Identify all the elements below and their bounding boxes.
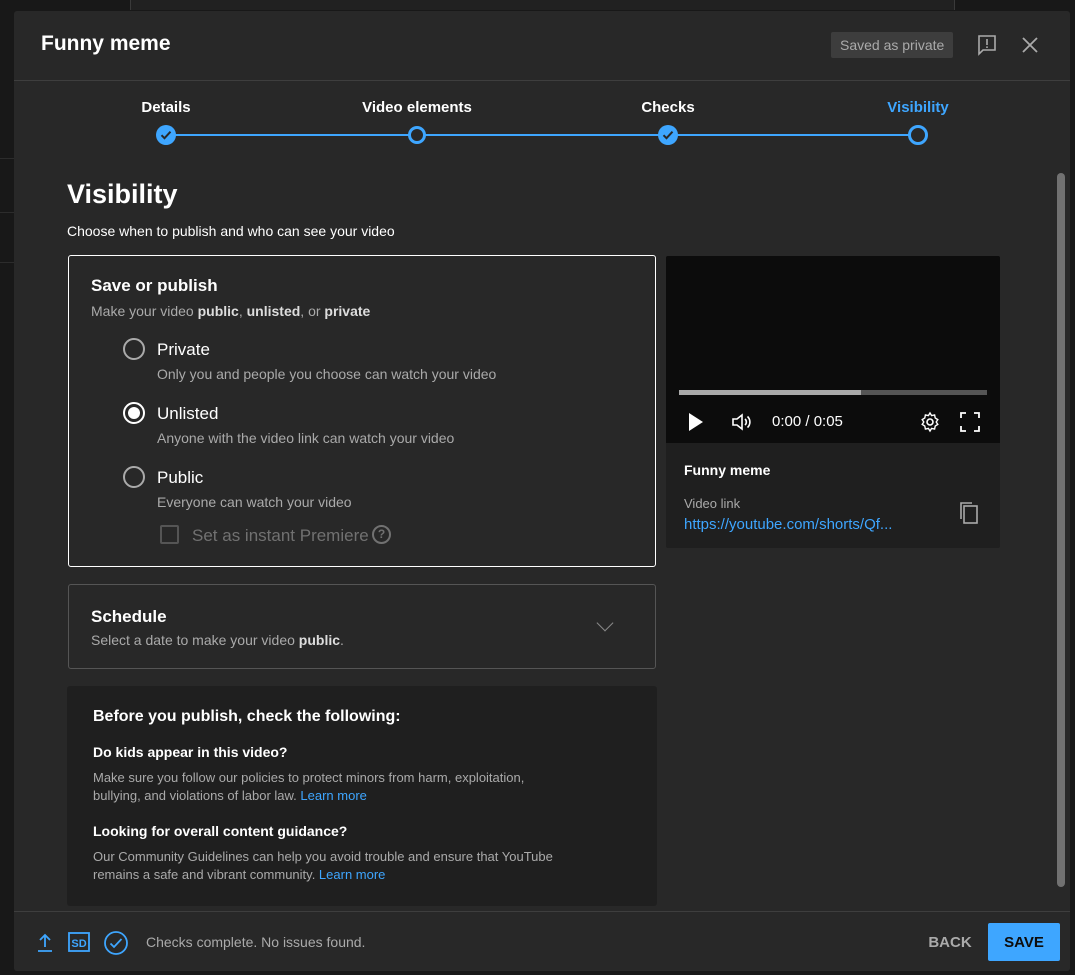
- private-radio[interactable]: [123, 338, 145, 360]
- back-button[interactable]: BACK: [918, 923, 982, 961]
- video-progress-fill: [679, 390, 861, 395]
- video-progress-bar[interactable]: [679, 390, 987, 395]
- fullscreen-icon[interactable]: [958, 410, 982, 439]
- visibility-section: Visibility Choose when to publish and wh…: [67, 179, 1007, 239]
- dialog-title: Funny meme: [41, 32, 171, 55]
- save-or-publish-card: Save or publish Make your video public, …: [68, 255, 656, 567]
- volume-icon[interactable]: [730, 410, 754, 439]
- checks-complete-icon[interactable]: [103, 930, 129, 961]
- sd-quality-icon[interactable]: SD: [68, 930, 90, 959]
- schedule-card[interactable]: Schedule Select a date to make your vide…: [68, 584, 656, 669]
- stepper-progress-line: [166, 134, 918, 136]
- checks-status-text: Checks complete. No issues found.: [146, 934, 366, 950]
- settings-gear-icon[interactable]: [918, 410, 942, 439]
- step-visibility-label[interactable]: Visibility: [887, 99, 948, 116]
- step-visibility-dot[interactable]: [908, 125, 928, 145]
- instant-premiere-label: Set as instant Premiere: [192, 526, 369, 545]
- public-description: Everyone can watch your video: [157, 494, 352, 510]
- dialog-scrollbar[interactable]: [1057, 173, 1065, 887]
- step-video-elements-dot[interactable]: [408, 126, 426, 144]
- upload-stepper: Details Video elements Checks Visibility: [14, 81, 1070, 161]
- unlisted-description: Anyone with the video link can watch you…: [157, 430, 455, 446]
- premiere-help-icon[interactable]: ?: [372, 525, 391, 544]
- private-label[interactable]: Private: [157, 340, 210, 360]
- video-link-label: Video link: [684, 496, 741, 511]
- dialog-footer: SD Checks complete. No issues found. BAC…: [14, 911, 1070, 971]
- dialog-header: Funny meme Saved as private: [14, 11, 1070, 81]
- save-button[interactable]: SAVE: [988, 923, 1060, 961]
- step-video-elements-label[interactable]: Video elements: [362, 99, 472, 116]
- unlisted-radio[interactable]: [123, 402, 145, 424]
- bg-divider: [0, 212, 14, 213]
- learn-more-link[interactable]: Learn more: [319, 867, 385, 882]
- bg-divider: [0, 158, 14, 159]
- svg-text:SD: SD: [71, 938, 86, 950]
- instant-premiere-checkbox[interactable]: [160, 525, 179, 544]
- feedback-icon[interactable]: [975, 33, 999, 57]
- play-icon[interactable]: [686, 410, 706, 439]
- close-icon[interactable]: [1018, 33, 1042, 57]
- copy-icon[interactable]: [958, 500, 980, 531]
- private-description: Only you and people you choose can watch…: [157, 366, 497, 382]
- schedule-subtitle: Select a date to make your video public.: [91, 632, 344, 648]
- checklist-question-guidance: Looking for overall content guidance?: [93, 823, 348, 839]
- preview-video-title: Funny meme: [684, 462, 771, 478]
- upload-icon[interactable]: [34, 930, 56, 959]
- checklist-text-guidance: Our Community Guidelines can help you av…: [93, 849, 553, 882]
- checklist-text-kids: Make sure you follow our policies to pro…: [93, 770, 525, 803]
- step-checks-check-icon[interactable]: [658, 125, 678, 145]
- video-player[interactable]: 0:00 / 0:05: [666, 256, 1000, 443]
- saved-status-badge: Saved as private: [831, 32, 954, 58]
- public-label[interactable]: Public: [157, 468, 203, 488]
- step-details-label[interactable]: Details: [141, 99, 190, 116]
- learn-more-link[interactable]: Learn more: [300, 788, 366, 803]
- publish-checklist: Before you publish, check the following:…: [67, 686, 657, 906]
- public-radio[interactable]: [123, 466, 145, 488]
- page-title: Visibility: [67, 179, 178, 209]
- video-link[interactable]: https://youtube.com/shorts/Qf...: [684, 516, 924, 533]
- step-details-check-icon[interactable]: [156, 125, 176, 145]
- video-time: 0:00 / 0:05: [772, 413, 843, 430]
- unlisted-label[interactable]: Unlisted: [157, 404, 218, 424]
- video-preview-card: 0:00 / 0:05 Funny meme Video link https:…: [666, 256, 1000, 548]
- upload-dialog: Funny meme Saved as private Details Vide…: [14, 11, 1070, 971]
- schedule-title: Schedule: [91, 607, 167, 626]
- save-publish-title: Save or publish: [91, 276, 218, 295]
- checklist-question-kids: Do kids appear in this video?: [93, 744, 288, 760]
- step-checks-label[interactable]: Checks: [641, 99, 694, 116]
- background-top-bar: [130, 0, 955, 10]
- page-subtitle: Choose when to publish and who can see y…: [67, 223, 395, 239]
- chevron-down-icon[interactable]: [596, 614, 614, 632]
- save-publish-subtitle: Make your video public, unlisted, or pri…: [91, 303, 371, 319]
- checklist-title: Before you publish, check the following:: [93, 708, 401, 725]
- bg-divider: [0, 262, 14, 263]
